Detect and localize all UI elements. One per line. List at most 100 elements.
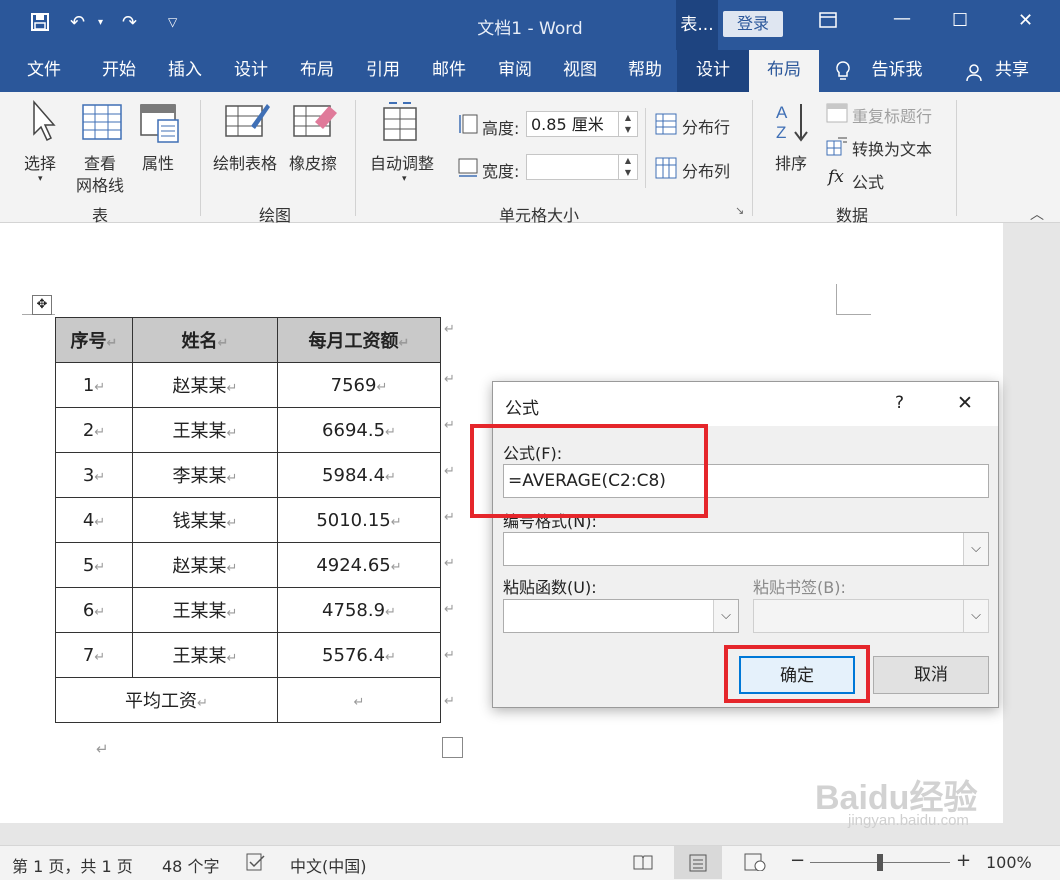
tab-table-design[interactable]: 设计	[677, 50, 749, 92]
tab-help[interactable]: 帮助	[622, 50, 668, 92]
table-cell[interactable]: 6694.5↵	[277, 407, 441, 453]
convert-to-text-icon[interactable]	[826, 136, 848, 160]
header-cell[interactable]: 每月工资额↵	[277, 317, 441, 363]
average-value-cell[interactable]: ↵	[277, 677, 441, 723]
ribbon-display-icon[interactable]	[818, 10, 838, 35]
table-move-handle-icon[interactable]: ✥	[32, 295, 52, 315]
language-indicator[interactable]: 中文(中国)	[290, 853, 367, 877]
table-cell[interactable]: 1↵	[55, 362, 133, 408]
chevron-down-icon[interactable]: ⌵	[963, 600, 988, 632]
zoom-in-icon[interactable]: +	[956, 850, 971, 871]
tab-table-layout[interactable]: 布局	[749, 50, 819, 92]
autofit-icon[interactable]	[383, 100, 419, 146]
close-window-icon[interactable]: ✕	[1018, 10, 1033, 31]
print-layout-icon[interactable]	[674, 846, 722, 879]
word-count[interactable]: 48 个字	[162, 853, 219, 877]
sort-button[interactable]: 排序	[775, 150, 807, 174]
maximize-icon[interactable]: ☐	[952, 10, 968, 31]
draw-table-button[interactable]: 绘制表格	[213, 150, 277, 174]
tab-home[interactable]: 开始	[96, 50, 142, 92]
web-layout-icon[interactable]	[744, 853, 766, 875]
tab-file[interactable]: 文件	[22, 50, 66, 92]
average-label-cell[interactable]: 平均工资↵	[55, 677, 278, 723]
properties-icon[interactable]	[140, 104, 180, 148]
formula-fx-icon[interactable]: fx	[828, 167, 844, 187]
header-cell[interactable]: 姓名↵	[132, 317, 278, 363]
repeat-header-icon[interactable]	[826, 103, 848, 127]
chevron-down-icon[interactable]: ⌵	[713, 600, 738, 632]
distribute-columns-icon[interactable]	[655, 157, 677, 183]
table-cell[interactable]: 5984.4↵	[277, 452, 441, 498]
tab-mailings[interactable]: 邮件	[426, 50, 472, 92]
header-cell[interactable]: 序号↵	[55, 317, 133, 363]
view-gridlines-label-2[interactable]: 网格线	[76, 172, 124, 196]
tab-insert[interactable]: 插入	[162, 50, 208, 92]
properties-button[interactable]: 属性	[142, 150, 174, 174]
table-cell[interactable]: 赵某某↵	[132, 542, 278, 588]
tab-references[interactable]: 引用	[360, 50, 406, 92]
table-cell[interactable]: 李某某↵	[132, 452, 278, 498]
paste-bookmark-select[interactable]	[753, 599, 989, 633]
gridlines-icon[interactable]	[82, 104, 122, 144]
select-button[interactable]: 选择	[24, 150, 56, 174]
sort-icon[interactable]: AZ	[774, 100, 810, 148]
autofit-dropdown-icon[interactable]: ▾	[402, 174, 407, 184]
eraser-button[interactable]: 橡皮擦	[289, 150, 337, 174]
share-button[interactable]: 共享	[990, 50, 1034, 92]
table-cell[interactable]: 7569↵	[277, 362, 441, 408]
proofing-icon[interactable]	[246, 853, 266, 875]
eraser-icon[interactable]	[293, 100, 339, 144]
login-button[interactable]: 登录	[723, 11, 783, 37]
select-cursor-icon[interactable]	[28, 99, 58, 148]
table-cell[interactable]: 钱某某↵	[132, 497, 278, 543]
minimize-icon[interactable]: —	[893, 8, 911, 29]
paste-function-select[interactable]	[503, 599, 739, 633]
help-button[interactable]: ?	[895, 393, 904, 413]
tab-review[interactable]: 审阅	[492, 50, 538, 92]
tell-me-search[interactable]: 告诉我	[862, 50, 932, 92]
table-cell[interactable]: 5576.4↵	[277, 632, 441, 678]
zoom-slider-thumb[interactable]	[877, 854, 883, 871]
distribute-rows-button[interactable]: 分布行	[682, 114, 730, 138]
width-input[interactable]	[526, 154, 620, 180]
tab-layout[interactable]: 布局	[294, 50, 340, 92]
cancel-button[interactable]: 取消	[873, 656, 989, 694]
read-mode-icon[interactable]	[633, 853, 653, 875]
page-count[interactable]: 第 1 页，共 1 页	[12, 853, 133, 877]
draw-table-icon[interactable]	[225, 100, 271, 144]
number-format-select[interactable]	[503, 532, 989, 566]
close-dialog-icon[interactable]: ✕	[957, 392, 973, 414]
table-cell[interactable]: 2↵	[55, 407, 133, 453]
zoom-out-icon[interactable]: −	[790, 850, 805, 871]
autofit-button[interactable]: 自动调整	[370, 150, 434, 174]
repeat-header-button[interactable]: 重复标题行	[852, 103, 932, 127]
width-spinner[interactable]: ▲ ▼	[618, 154, 638, 180]
table-cell[interactable]: 5010.15↵	[277, 497, 441, 543]
select-dropdown-icon[interactable]: ▾	[38, 174, 43, 184]
tab-design[interactable]: 设计	[228, 50, 274, 92]
salary-table[interactable]: 序号↵ 姓名↵ 每月工资额↵ 1↵ 赵某某↵ 7569↵ 2↵ 王某某↵ 669…	[55, 317, 441, 723]
distribute-columns-button[interactable]: 分布列	[682, 158, 730, 182]
table-cell[interactable]: 6↵	[55, 587, 133, 633]
view-gridlines-label-1[interactable]: 查看	[84, 150, 116, 174]
table-cell[interactable]: 3↵	[55, 452, 133, 498]
chevron-down-icon[interactable]: ⌵	[963, 533, 988, 565]
table-resize-handle[interactable]	[442, 737, 463, 758]
table-cell[interactable]: 赵某某↵	[132, 362, 278, 408]
tab-view[interactable]: 视图	[557, 50, 603, 92]
zoom-level[interactable]: 100%	[986, 853, 1032, 872]
distribute-rows-icon[interactable]	[655, 113, 677, 139]
cell-size-dialog-launcher-icon[interactable]: ↘	[735, 204, 744, 217]
height-spinner[interactable]: ▲ ▼	[618, 111, 638, 137]
table-cell[interactable]: 4924.65↵	[277, 542, 441, 588]
table-cell[interactable]: 5↵	[55, 542, 133, 588]
table-cell[interactable]: 7↵	[55, 632, 133, 678]
table-cell[interactable]: 王某某↵	[132, 632, 278, 678]
formula-button[interactable]: 公式	[852, 169, 884, 193]
collapse-ribbon-icon[interactable]: ︿	[1030, 204, 1044, 224]
table-cell[interactable]: 王某某↵	[132, 407, 278, 453]
height-input[interactable]: 0.85 厘米	[526, 111, 620, 137]
convert-to-text-button[interactable]: 转换为文本	[852, 136, 932, 160]
table-cell[interactable]: 王某某↵	[132, 587, 278, 633]
table-cell[interactable]: 4758.9↵	[277, 587, 441, 633]
